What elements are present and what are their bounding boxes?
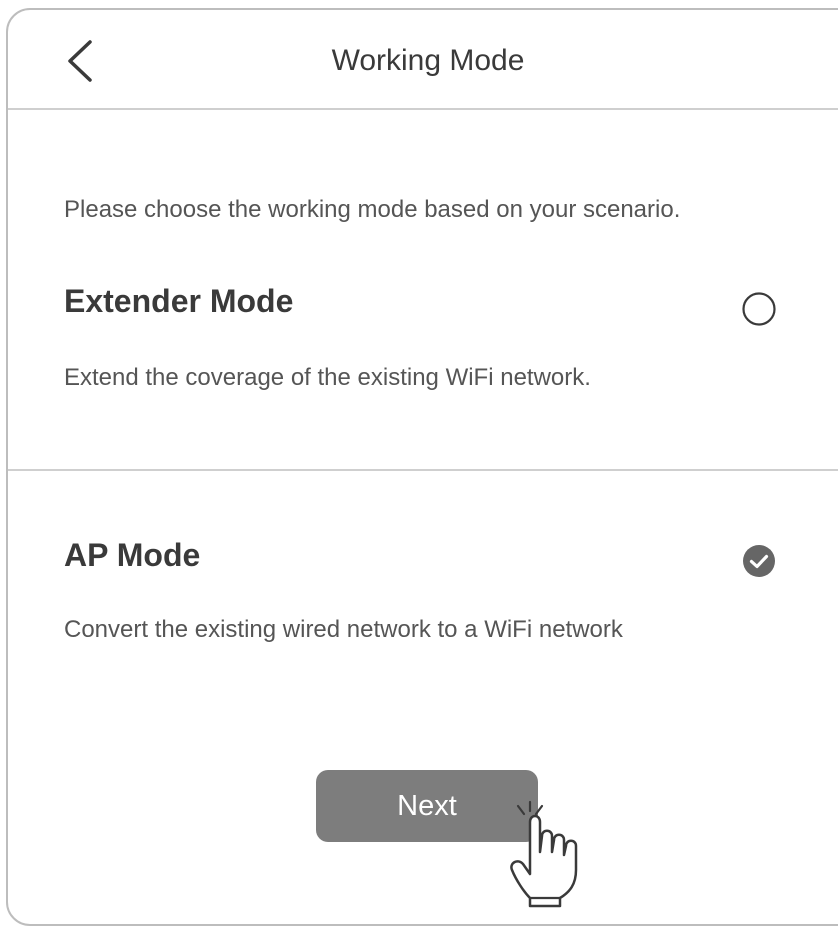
divider: [8, 469, 838, 471]
mode-title-extender: Extender Mode: [64, 283, 294, 319]
next-button[interactable]: Next: [316, 770, 538, 842]
page-title: Working Mode: [331, 44, 525, 77]
radio-ap[interactable]: [741, 543, 777, 579]
header-bar: Working Mode: [8, 10, 838, 110]
instruction-text: Please choose the working mode based on …: [64, 196, 681, 223]
mode-desc-ap: Convert the existing wired network to a …: [64, 616, 623, 643]
hand-pointer-icon: [508, 800, 612, 908]
mode-desc-extender: Extend the coverage of the existing WiFi…: [64, 364, 591, 391]
radio-unchecked-icon: [742, 292, 776, 326]
mode-title-ap: AP Mode: [64, 537, 201, 573]
radio-extender[interactable]: [741, 291, 777, 327]
radio-checked-icon: [743, 545, 775, 577]
